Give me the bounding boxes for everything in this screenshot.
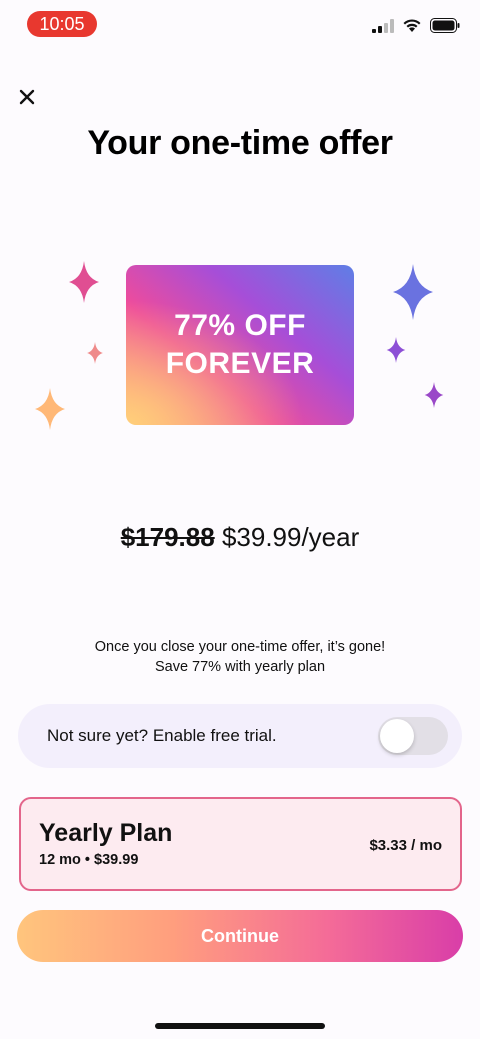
offer-note: Once you close your one-time offer, it’s… [0,637,480,677]
page-title: Your one-time offer [87,124,393,162]
cellular-signal-icon [372,18,394,33]
free-trial-toggle[interactable] [378,717,448,755]
close-button[interactable] [14,84,40,110]
home-indicator [155,1023,325,1029]
plan-monthly-price: $3.33 / mo [369,837,442,854]
sparkle-icon-blue [393,264,433,320]
plan-detail: 12 mo • $39.99 [39,852,139,868]
yearly-plan-card[interactable]: Yearly Plan 12 mo • $39.99 $3.33 / mo [19,797,462,891]
sparkle-icon-purple [424,382,444,408]
close-icon [19,89,35,105]
status-icons [372,18,460,33]
free-trial-row: Not sure yet? Enable free trial. [18,704,462,768]
offer-line-1: 77% OFF [174,309,306,342]
price-line: $179.88 $39.99/year [0,522,480,553]
sparkle-icon-orange [35,388,65,430]
new-price: $39.99/year [221,522,360,552]
free-trial-label: Not sure yet? Enable free trial. [47,726,277,745]
sparkle-icon-purple-small [386,337,406,363]
sparkle-icon-pink-small [87,342,103,364]
battery-icon [430,18,460,33]
offer-note-line-1: Once you close your one-time offer, it’s… [94,639,386,655]
offer-line-2: FOREVER [165,347,315,380]
status-time: 10:05 [27,11,97,37]
toggle-knob [380,719,414,753]
sparkle-icon-pink-large [69,261,99,303]
wifi-icon [403,19,421,32]
old-price: $179.88 [120,522,215,552]
continue-button[interactable]: Continue [17,910,463,962]
status-bar: 10:05 [0,0,480,50]
offer-note-line-2: Save 77% with yearly plan [154,659,326,675]
offer-card: 77% OFF FOREVER [126,265,354,425]
